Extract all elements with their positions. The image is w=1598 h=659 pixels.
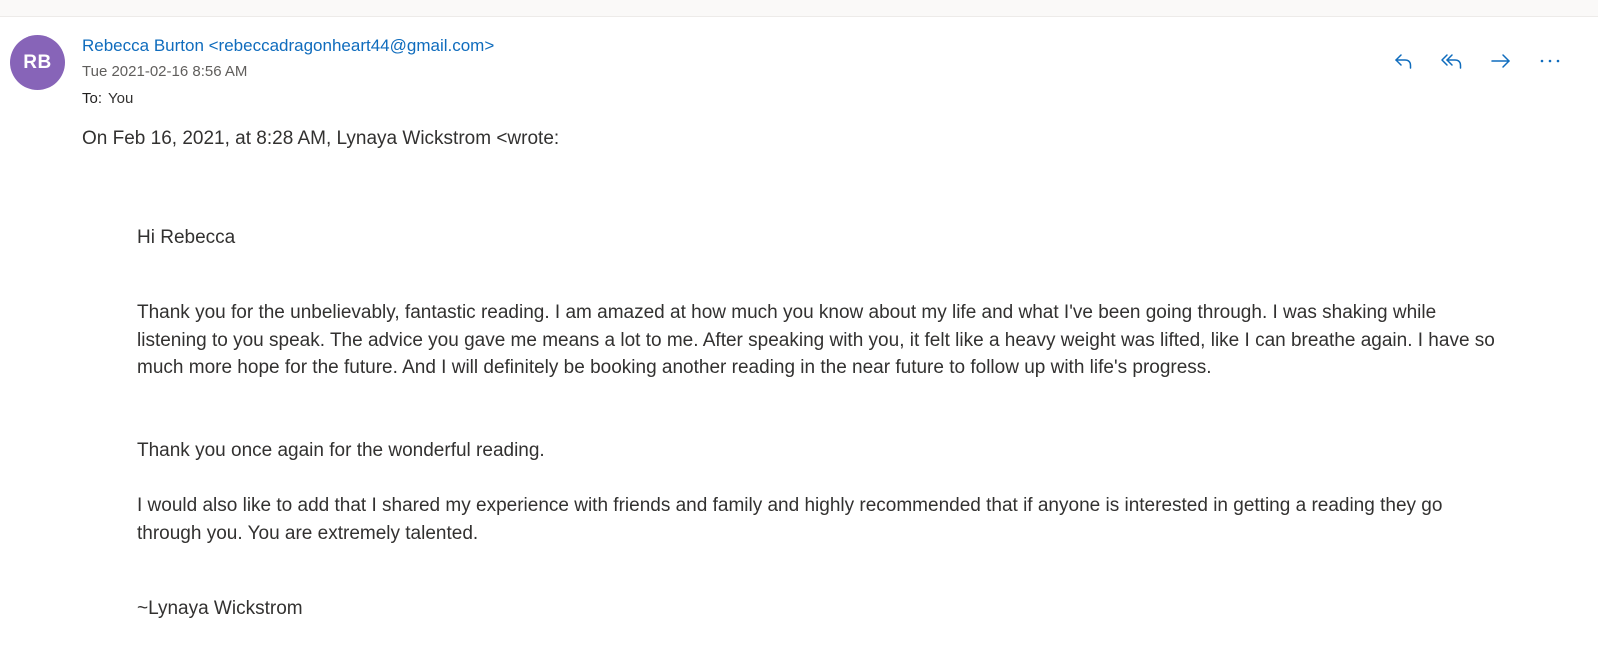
top-strip [0,0,1598,17]
forward-button[interactable] [1486,46,1516,76]
email-date: Tue 2021-02-16 8:56 AM [82,63,248,80]
email-greeting: Hi Rebecca [137,227,236,248]
reply-all-button[interactable] [1437,46,1467,76]
email-paragraph: Thank you for the unbelievably, fantasti… [137,302,1495,378]
email-paragraph: Thank you once again for the wonderful r… [137,440,545,461]
reply-icon [1392,50,1414,72]
recipient-line: To: You [82,90,133,107]
reply-button[interactable] [1388,46,1418,76]
sender-name[interactable]: Rebecca Burton <rebeccadragonheart44@gma… [82,36,494,56]
quote-header: On Feb 16, 2021, at 8:28 AM, Lynaya Wick… [82,128,560,149]
more-actions-button[interactable] [1535,46,1565,76]
forward-icon [1489,50,1513,72]
avatar[interactable]: RB [10,35,65,90]
to-value[interactable]: You [108,90,133,107]
email-signature: ~Lynaya Wickstrom [137,598,303,619]
reply-all-icon [1440,50,1464,72]
more-icon [1538,50,1562,72]
email-paragraph: I would also like to add that I shared m… [137,495,1443,544]
to-label: To: [82,90,103,107]
message-actions [1388,46,1598,76]
